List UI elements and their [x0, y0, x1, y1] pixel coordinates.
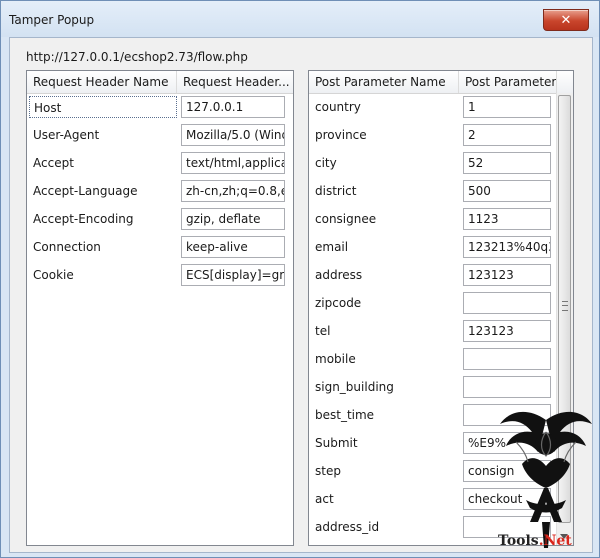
- param-name: zipcode: [315, 296, 362, 310]
- param-name: step: [315, 464, 341, 478]
- table-row[interactable]: Connection keep-alive: [27, 233, 293, 261]
- request-headers-header: Request Header Name Request Header...: [27, 71, 293, 94]
- param-value-input[interactable]: text/html,applica: [181, 152, 285, 174]
- param-name: address: [315, 268, 363, 282]
- table-row[interactable]: Accept text/html,applica: [27, 149, 293, 177]
- param-value-input[interactable]: [463, 292, 551, 314]
- table-row[interactable]: Accept-Encoding gzip, deflate: [27, 205, 293, 233]
- post-parameters-header: Post Parameter Name Post Parameter ...: [309, 71, 573, 94]
- title-bar[interactable]: Tamper Popup ✕: [1, 1, 599, 37]
- param-name: Accept: [33, 156, 74, 170]
- table-row[interactable]: mobile: [309, 345, 573, 373]
- param-name: best_time: [315, 408, 375, 422]
- param-name: address_id: [315, 520, 380, 534]
- param-name: tel: [315, 324, 331, 338]
- table-row[interactable]: zipcode: [309, 289, 573, 317]
- param-value-input[interactable]: 1: [463, 96, 551, 118]
- window-title: Tamper Popup: [9, 13, 95, 27]
- param-name: Host: [29, 96, 177, 118]
- column-header-name[interactable]: Request Header Name: [27, 71, 177, 93]
- param-name: Cookie: [33, 268, 74, 282]
- param-value-input[interactable]: gzip, deflate: [181, 208, 285, 230]
- column-header-value[interactable]: Request Header...: [177, 71, 293, 93]
- param-name: Connection: [33, 240, 101, 254]
- dragon-emblem-icon: [500, 411, 592, 548]
- grip-icon: [562, 301, 568, 311]
- param-name: city: [315, 156, 337, 170]
- param-value-input[interactable]: 1123: [463, 208, 551, 230]
- table-row[interactable]: tel 123123: [309, 317, 573, 345]
- close-icon: ✕: [560, 12, 572, 28]
- param-name: Accept-Language: [33, 184, 138, 198]
- param-value-input[interactable]: 52: [463, 152, 551, 174]
- table-row[interactable]: Host 127.0.0.1: [27, 93, 293, 121]
- param-name: consignee: [315, 212, 377, 226]
- table-row[interactable]: province 2: [309, 121, 573, 149]
- param-name: sign_building: [315, 380, 394, 394]
- table-row[interactable]: User-Agent Mozilla/5.0 (Wind: [27, 121, 293, 149]
- param-value-input[interactable]: [463, 376, 551, 398]
- table-row[interactable]: address 123123: [309, 261, 573, 289]
- table-row[interactable]: district 500: [309, 177, 573, 205]
- param-name: Submit: [315, 436, 358, 450]
- param-name: act: [315, 492, 334, 506]
- param-name: mobile: [315, 352, 356, 366]
- close-button[interactable]: ✕: [543, 9, 589, 31]
- watermark-text: Tools.Net: [498, 533, 572, 549]
- param-value-input[interactable]: 500: [463, 180, 551, 202]
- column-header-value[interactable]: Post Parameter ...: [459, 71, 557, 93]
- param-value-input[interactable]: 123213%40q3: [463, 236, 551, 258]
- table-row[interactable]: Accept-Language zh-cn,zh;q=0.8,er: [27, 177, 293, 205]
- table-row[interactable]: sign_building: [309, 373, 573, 401]
- param-value-input[interactable]: zh-cn,zh;q=0.8,er: [181, 180, 285, 202]
- table-row[interactable]: email 123213%40q3: [309, 233, 573, 261]
- request-headers-table: Request Header Name Request Header... Ho…: [26, 70, 294, 546]
- param-name: email: [315, 240, 349, 254]
- param-name: country: [315, 100, 361, 114]
- param-value-input[interactable]: 127.0.0.1: [181, 96, 285, 118]
- table-row[interactable]: Cookie ECS[display]=grid: [27, 261, 293, 289]
- param-name: district: [315, 184, 357, 198]
- column-header-name[interactable]: Post Parameter Name: [309, 71, 459, 93]
- table-row[interactable]: city 52: [309, 149, 573, 177]
- param-value-input[interactable]: keep-alive: [181, 236, 285, 258]
- param-name: User-Agent: [33, 128, 100, 142]
- param-value-input[interactable]: 123123: [463, 320, 551, 342]
- param-value-input[interactable]: ECS[display]=grid: [181, 264, 285, 286]
- table-row[interactable]: consignee 1123: [309, 205, 573, 233]
- param-value-input[interactable]: 2: [463, 124, 551, 146]
- param-value-input[interactable]: 123123: [463, 264, 551, 286]
- param-value-input[interactable]: [463, 348, 551, 370]
- param-name: Accept-Encoding: [33, 212, 134, 226]
- param-value-input[interactable]: Mozilla/5.0 (Wind: [181, 124, 285, 146]
- param-name: province: [315, 128, 367, 142]
- table-row[interactable]: country 1: [309, 93, 573, 121]
- request-url: http://127.0.0.1/ecshop2.73/flow.php: [26, 50, 248, 64]
